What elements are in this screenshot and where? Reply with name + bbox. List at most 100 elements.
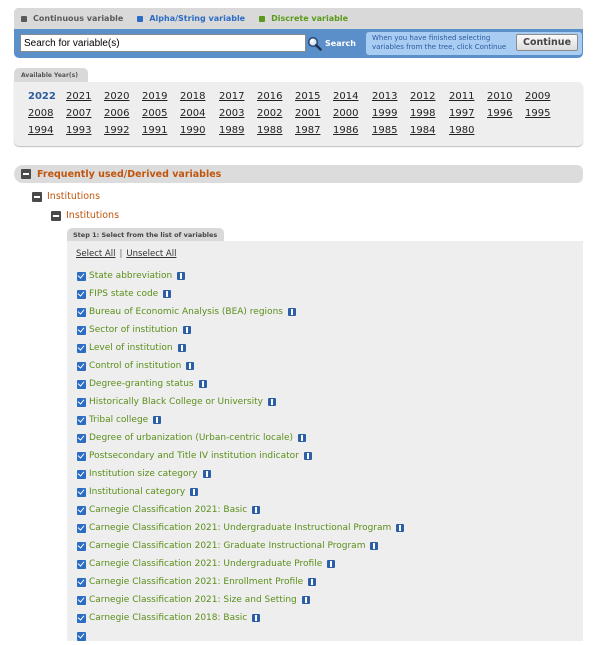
info-icon[interactable] — [396, 524, 404, 532]
year-link-2008[interactable]: 2008 — [28, 108, 53, 119]
variable-checkbox[interactable] — [77, 452, 86, 461]
variable-checkbox[interactable] — [77, 308, 86, 317]
info-icon[interactable] — [186, 362, 194, 370]
variable-checkbox[interactable] — [77, 614, 86, 623]
variable-label[interactable]: Sector of institution — [89, 325, 178, 335]
variable-label[interactable]: Carnegie Classification 2021: Size and S… — [89, 595, 297, 605]
info-icon[interactable] — [178, 344, 186, 352]
year-link-2021[interactable]: 2021 — [66, 91, 91, 102]
variable-label[interactable]: Historically Black College or University — [89, 397, 263, 407]
info-icon[interactable] — [203, 470, 211, 478]
year-link-2018[interactable]: 2018 — [180, 91, 205, 102]
tree-node-frequently-used[interactable]: Frequently used/Derived variables — [14, 165, 583, 183]
year-link-2005[interactable]: 2005 — [142, 108, 167, 119]
year-link-1980[interactable]: 1980 — [449, 125, 474, 136]
info-icon[interactable] — [298, 434, 306, 442]
year-link-1995[interactable]: 1995 — [525, 108, 550, 119]
year-link-2003[interactable]: 2003 — [219, 108, 244, 119]
info-icon[interactable] — [163, 290, 171, 298]
info-icon[interactable] — [252, 506, 260, 514]
year-link-1996[interactable]: 1996 — [487, 108, 512, 119]
info-icon[interactable] — [370, 542, 378, 550]
variable-label[interactable]: Tribal college — [89, 415, 148, 425]
variable-label[interactable]: Postsecondary and Title IV institution i… — [89, 451, 299, 461]
tree-node-institutions[interactable]: Institutions — [32, 191, 100, 202]
year-link-2006[interactable]: 2006 — [104, 108, 129, 119]
year-link-1998[interactable]: 1998 — [410, 108, 435, 119]
info-icon[interactable] — [190, 488, 198, 496]
variable-checkbox[interactable] — [77, 398, 86, 407]
search-button[interactable]: Search — [307, 34, 356, 52]
year-link-1986[interactable]: 1986 — [333, 125, 358, 136]
variable-label[interactable]: Level of institution — [89, 343, 173, 353]
year-link-1987[interactable]: 1987 — [295, 125, 320, 136]
year-link-2002[interactable]: 2002 — [257, 108, 282, 119]
variable-checkbox[interactable] — [77, 416, 86, 425]
year-link-2012[interactable]: 2012 — [410, 91, 435, 102]
year-link-2010[interactable]: 2010 — [487, 91, 512, 102]
variable-checkbox[interactable] — [77, 380, 86, 389]
variable-label[interactable]: Carnegie Classification 2021: Undergradu… — [89, 559, 322, 569]
variable-checkbox[interactable] — [77, 560, 86, 569]
info-icon[interactable] — [304, 452, 312, 460]
variable-label[interactable]: Control of institution — [89, 361, 181, 371]
year-link-2015[interactable]: 2015 — [295, 91, 320, 102]
year-link-2020[interactable]: 2020 — [104, 91, 129, 102]
year-link-2014[interactable]: 2014 — [333, 91, 358, 102]
variable-label[interactable]: Degree of urbanization (Urban-centric lo… — [89, 433, 293, 443]
year-link-2000[interactable]: 2000 — [333, 108, 358, 119]
variable-label[interactable]: State abbreviation — [89, 271, 172, 281]
info-icon[interactable] — [199, 380, 207, 388]
select-all-link[interactable]: Select All — [76, 249, 115, 259]
year-link-1984[interactable]: 1984 — [410, 125, 435, 136]
variable-checkbox[interactable] — [77, 470, 86, 479]
variable-label[interactable]: FIPS state code — [89, 289, 158, 299]
variable-checkbox[interactable] — [77, 362, 86, 371]
year-link-1994[interactable]: 1994 — [28, 125, 53, 136]
year-link-2017[interactable]: 2017 — [219, 91, 244, 102]
variable-label[interactable]: Institutional category — [89, 487, 185, 497]
year-link-2004[interactable]: 2004 — [180, 108, 205, 119]
year-link-1999[interactable]: 1999 — [372, 108, 397, 119]
info-icon[interactable] — [183, 326, 191, 334]
collapse-icon[interactable] — [32, 192, 42, 202]
variable-label[interactable]: Carnegie Classification 2021: Basic — [89, 505, 247, 515]
info-icon[interactable] — [268, 398, 276, 406]
info-icon[interactable] — [252, 614, 260, 622]
year-link-1992[interactable]: 1992 — [104, 125, 129, 136]
year-link-1990[interactable]: 1990 — [180, 125, 205, 136]
variable-checkbox[interactable] — [77, 596, 86, 605]
unselect-all-link[interactable]: Unselect All — [126, 249, 176, 259]
variable-label[interactable]: Degree-granting status — [89, 379, 194, 389]
variable-checkbox[interactable] — [77, 272, 86, 281]
info-icon[interactable] — [302, 596, 310, 604]
year-link-2019[interactable]: 2019 — [142, 91, 167, 102]
year-link-2013[interactable]: 2013 — [372, 91, 397, 102]
variable-checkbox[interactable] — [77, 290, 86, 299]
variable-checkbox[interactable] — [77, 524, 86, 533]
year-link-1993[interactable]: 1993 — [66, 125, 91, 136]
variable-search-input[interactable] — [20, 34, 306, 52]
year-link-2001[interactable]: 2001 — [295, 108, 320, 119]
year-link-1997[interactable]: 1997 — [449, 108, 474, 119]
variable-checkbox[interactable] — [77, 434, 86, 443]
tree-node-institutions-sub[interactable]: Institutions — [51, 210, 119, 221]
year-link-2022[interactable]: 2022 — [28, 91, 56, 102]
year-link-2007[interactable]: 2007 — [66, 108, 91, 119]
year-link-1985[interactable]: 1985 — [372, 125, 397, 136]
year-link-1991[interactable]: 1991 — [142, 125, 167, 136]
variable-label[interactable]: Carnegie Classification 2021: Enrollment… — [89, 577, 303, 587]
variable-label[interactable]: Carnegie Classification 2018: Basic — [89, 613, 247, 623]
variable-checkbox[interactable] — [77, 344, 86, 353]
variable-checkbox[interactable] — [77, 632, 86, 641]
variable-checkbox[interactable] — [77, 578, 86, 587]
info-icon[interactable] — [153, 416, 161, 424]
info-icon[interactable] — [327, 560, 335, 568]
variable-label[interactable]: Carnegie Classification 2021: Graduate I… — [89, 541, 365, 551]
variable-checkbox[interactable] — [77, 542, 86, 551]
year-link-2011[interactable]: 2011 — [449, 91, 474, 102]
year-link-1989[interactable]: 1989 — [219, 125, 244, 136]
variable-label[interactable]: Carnegie Classification 2021: Undergradu… — [89, 523, 391, 533]
year-link-2016[interactable]: 2016 — [257, 91, 282, 102]
variable-checkbox[interactable] — [77, 488, 86, 497]
